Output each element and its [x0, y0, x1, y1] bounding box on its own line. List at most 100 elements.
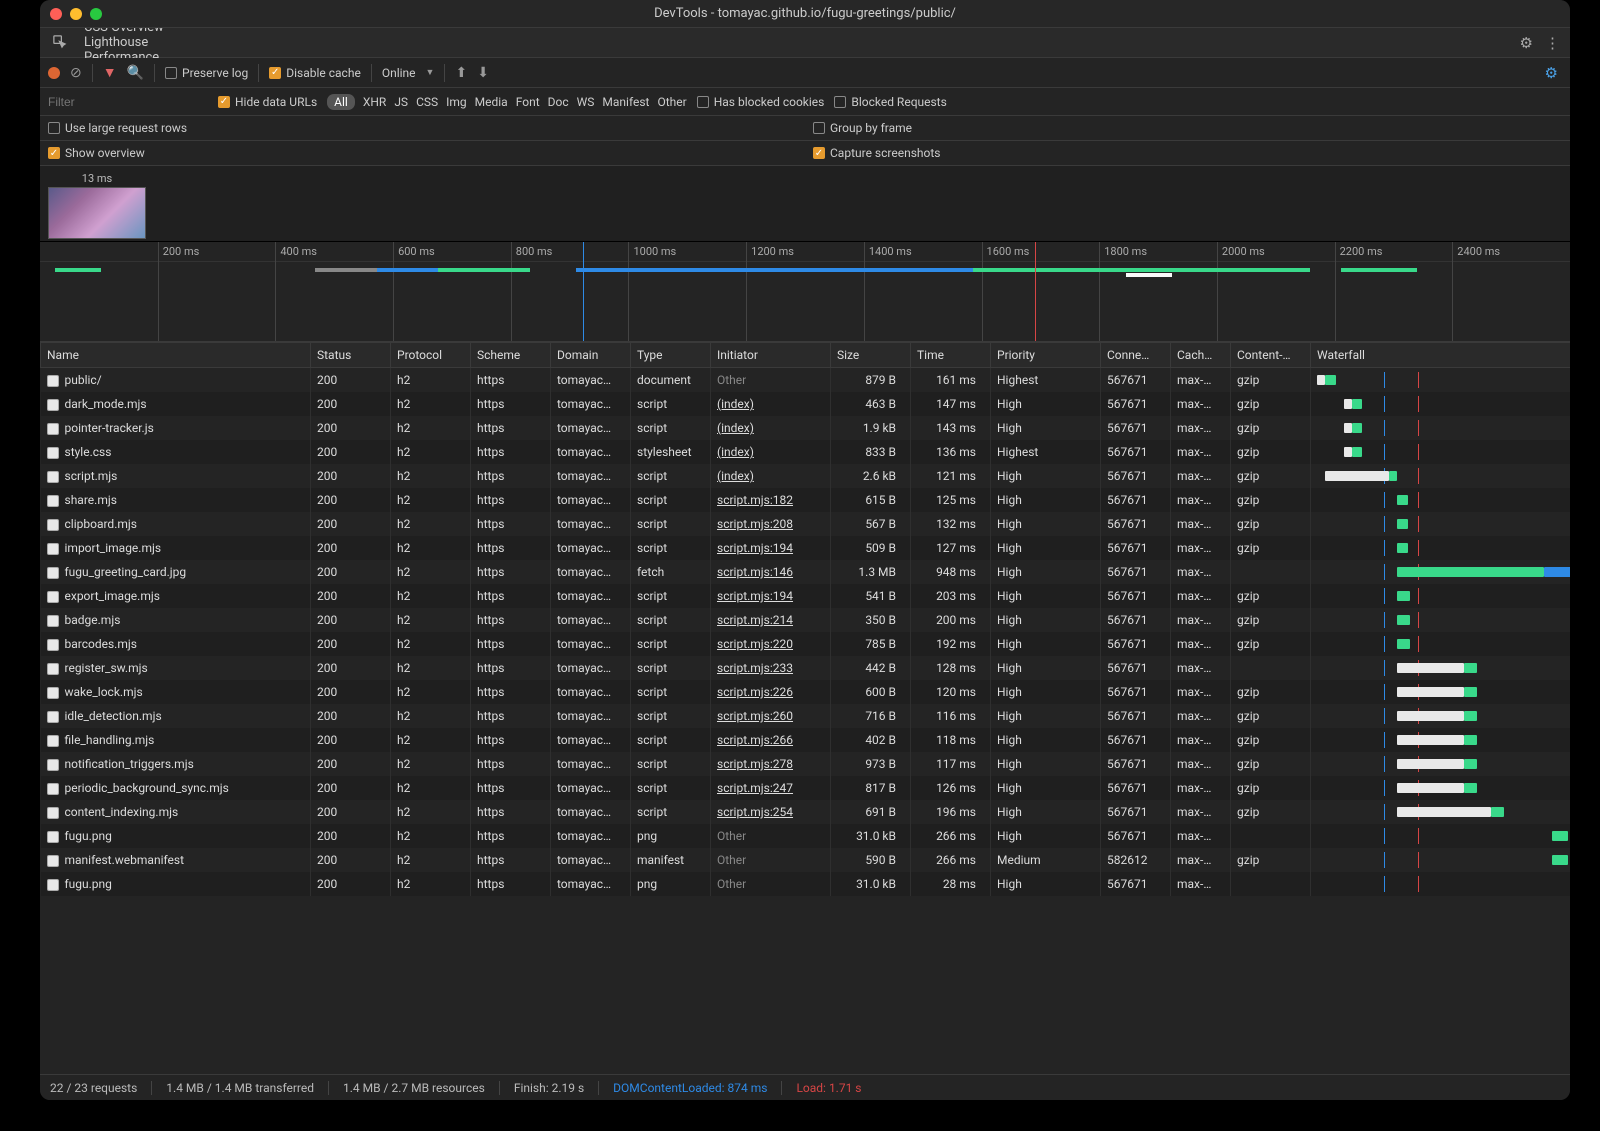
filter-icon[interactable]: ▼	[103, 64, 117, 81]
close-icon[interactable]	[50, 8, 62, 20]
capture-screenshots-checkbox[interactable]: ✓Capture screenshots	[813, 146, 940, 160]
col-cach-[interactable]: Cach…	[1171, 343, 1231, 368]
waterfall-cell	[1311, 512, 1571, 536]
table-row[interactable]: public/200h2httpstomayac…documentOther87…	[41, 368, 1571, 393]
blocked-requests-checkbox[interactable]: Blocked Requests	[834, 95, 946, 109]
table-row[interactable]: fugu.png200h2httpstomayac…pngOther31.0 k…	[41, 872, 1571, 896]
table-row[interactable]: badge.mjs200h2httpstomayac…scriptscript.…	[41, 608, 1571, 632]
file-icon	[47, 783, 59, 795]
settings-icon[interactable]: ⚙	[1520, 34, 1533, 52]
table-row[interactable]: script.mjs200h2httpstomayac…script(index…	[41, 464, 1571, 488]
large-rows-checkbox[interactable]: Use large request rows	[48, 121, 187, 135]
throttle-select[interactable]: Online	[382, 66, 416, 80]
table-row[interactable]: fugu.png200h2httpstomayac…pngOther31.0 k…	[41, 824, 1571, 848]
filter-type-font[interactable]: Font	[516, 95, 540, 109]
filter-input[interactable]	[48, 95, 208, 109]
table-row[interactable]: barcodes.mjs200h2httpstomayac…scriptscri…	[41, 632, 1571, 656]
col-initiator[interactable]: Initiator	[711, 343, 831, 368]
download-icon[interactable]: ⬇	[477, 65, 489, 81]
waterfall-cell	[1311, 368, 1571, 393]
status-resources: 1.4 MB / 2.7 MB resources	[343, 1081, 485, 1095]
filter-type-js[interactable]: JS	[394, 95, 408, 109]
filter-type-css[interactable]: CSS	[416, 95, 438, 109]
file-icon	[47, 759, 59, 771]
titlebar[interactable]: DevTools - tomayac.github.io/fugu-greeti…	[40, 0, 1570, 28]
waterfall-cell	[1311, 536, 1571, 560]
hide-data-urls-checkbox[interactable]: ✓Hide data URLs	[218, 95, 317, 109]
col-content-[interactable]: Content-…	[1231, 343, 1311, 368]
more-icon[interactable]: ⋮	[1545, 34, 1560, 52]
waterfall-cell	[1311, 560, 1571, 584]
col-domain[interactable]: Domain	[551, 343, 631, 368]
table-row[interactable]: file_handling.mjs200h2httpstomayac…scrip…	[41, 728, 1571, 752]
file-icon	[47, 711, 59, 723]
inspect-icon[interactable]	[46, 34, 72, 52]
col-priority[interactable]: Priority	[991, 343, 1101, 368]
status-transferred: 1.4 MB / 1.4 MB transferred	[166, 1081, 314, 1095]
filter-type-doc[interactable]: Doc	[548, 95, 569, 109]
col-scheme[interactable]: Scheme	[471, 343, 551, 368]
table-row[interactable]: fugu_greeting_card.jpg200h2httpstomayac……	[41, 560, 1571, 584]
filter-type-other[interactable]: Other	[657, 95, 686, 109]
waterfall-cell	[1311, 728, 1571, 752]
network-settings-icon[interactable]: ⚙	[1545, 64, 1562, 82]
show-overview-checkbox[interactable]: ✓Show overview	[48, 146, 145, 160]
clear-icon[interactable]: ⊘	[70, 65, 82, 81]
maximise-icon[interactable]	[90, 8, 102, 20]
table-row[interactable]: dark_mode.mjs200h2httpstomayac…script(in…	[41, 392, 1571, 416]
view-options-1: Use large request rows Group by frame	[40, 116, 1570, 141]
type-filters: All XHR JS CSS Img Media Font Doc WS Manifest Othe…	[327, 94, 687, 110]
table-row[interactable]: share.mjs200h2httpstomayac…scriptscript.…	[41, 488, 1571, 512]
filter-type-media[interactable]: Media	[475, 95, 508, 109]
filter-type-img[interactable]: Img	[446, 95, 467, 109]
minimise-icon[interactable]	[70, 8, 82, 20]
disable-cache-checkbox[interactable]: ✓Disable cache	[269, 66, 361, 80]
preserve-log-checkbox[interactable]: Preserve log	[165, 66, 248, 80]
record-icon[interactable]	[48, 67, 60, 79]
col-time[interactable]: Time	[911, 343, 991, 368]
network-toolbar: ⊘ ▼ 🔍 Preserve log ✓Disable cache Online…	[40, 58, 1570, 88]
chevron-down-icon[interactable]: ▼	[426, 67, 435, 78]
table-row[interactable]: export_image.mjs200h2httpstomayac…script…	[41, 584, 1571, 608]
file-icon	[47, 471, 59, 483]
upload-icon[interactable]: ⬆	[455, 65, 467, 81]
group-frame-checkbox[interactable]: Group by frame	[813, 121, 912, 135]
request-table[interactable]: NameStatusProtocolSchemeDomainTypeInitia…	[40, 342, 1570, 1074]
table-row[interactable]: manifest.webmanifest200h2httpstomayac…ma…	[41, 848, 1571, 872]
table-row[interactable]: pointer-tracker.js200h2httpstomayac…scri…	[41, 416, 1571, 440]
filter-type-xhr[interactable]: XHR	[363, 95, 386, 109]
table-row[interactable]: notification_triggers.mjs200h2httpstomay…	[41, 752, 1571, 776]
panel-tabs: ElementsSourcesNetworkApplicationConsole…	[40, 28, 1570, 58]
col-waterfall[interactable]: Waterfall	[1311, 343, 1571, 368]
status-load: Load: 1.71 s	[796, 1081, 861, 1095]
blocked-cookies-checkbox[interactable]: Has blocked cookies	[697, 95, 825, 109]
table-row[interactable]: register_sw.mjs200h2httpstomayac…scripts…	[41, 656, 1571, 680]
waterfall-cell	[1311, 416, 1571, 440]
col-status[interactable]: Status	[311, 343, 391, 368]
table-row[interactable]: import_image.mjs200h2httpstomayac…script…	[41, 536, 1571, 560]
waterfall-cell	[1311, 464, 1571, 488]
table-row[interactable]: idle_detection.mjs200h2httpstomayac…scri…	[41, 704, 1571, 728]
table-row[interactable]: style.css200h2httpstomayac…stylesheet(in…	[41, 440, 1571, 464]
col-name[interactable]: Name	[41, 343, 311, 368]
file-icon	[47, 567, 59, 579]
timeline-overview[interactable]: 200 ms400 ms600 ms800 ms1000 ms1200 ms14…	[40, 242, 1570, 342]
screenshot-thumb[interactable]	[48, 187, 146, 239]
file-icon	[47, 615, 59, 627]
filter-type-manifest[interactable]: Manifest	[602, 95, 649, 109]
timeline-tick: 2200 ms	[1335, 242, 1383, 341]
search-icon[interactable]: 🔍	[127, 65, 144, 81]
tab-lighthouse[interactable]: Lighthouse	[72, 35, 178, 50]
table-row[interactable]: content_indexing.mjs200h2httpstomayac…sc…	[41, 800, 1571, 824]
col-conne-[interactable]: Conne…	[1101, 343, 1171, 368]
screenshot-strip: 13 ms	[40, 166, 1570, 242]
col-type[interactable]: Type	[631, 343, 711, 368]
filter-type-ws[interactable]: WS	[577, 95, 595, 109]
status-finish: Finish: 2.19 s	[514, 1081, 584, 1095]
col-protocol[interactable]: Protocol	[391, 343, 471, 368]
filter-type-all[interactable]: All	[327, 94, 355, 110]
table-row[interactable]: clipboard.mjs200h2httpstomayac…scriptscr…	[41, 512, 1571, 536]
col-size[interactable]: Size	[831, 343, 911, 368]
table-row[interactable]: wake_lock.mjs200h2httpstomayac…scriptscr…	[41, 680, 1571, 704]
table-row[interactable]: periodic_background_sync.mjs200h2httpsto…	[41, 776, 1571, 800]
